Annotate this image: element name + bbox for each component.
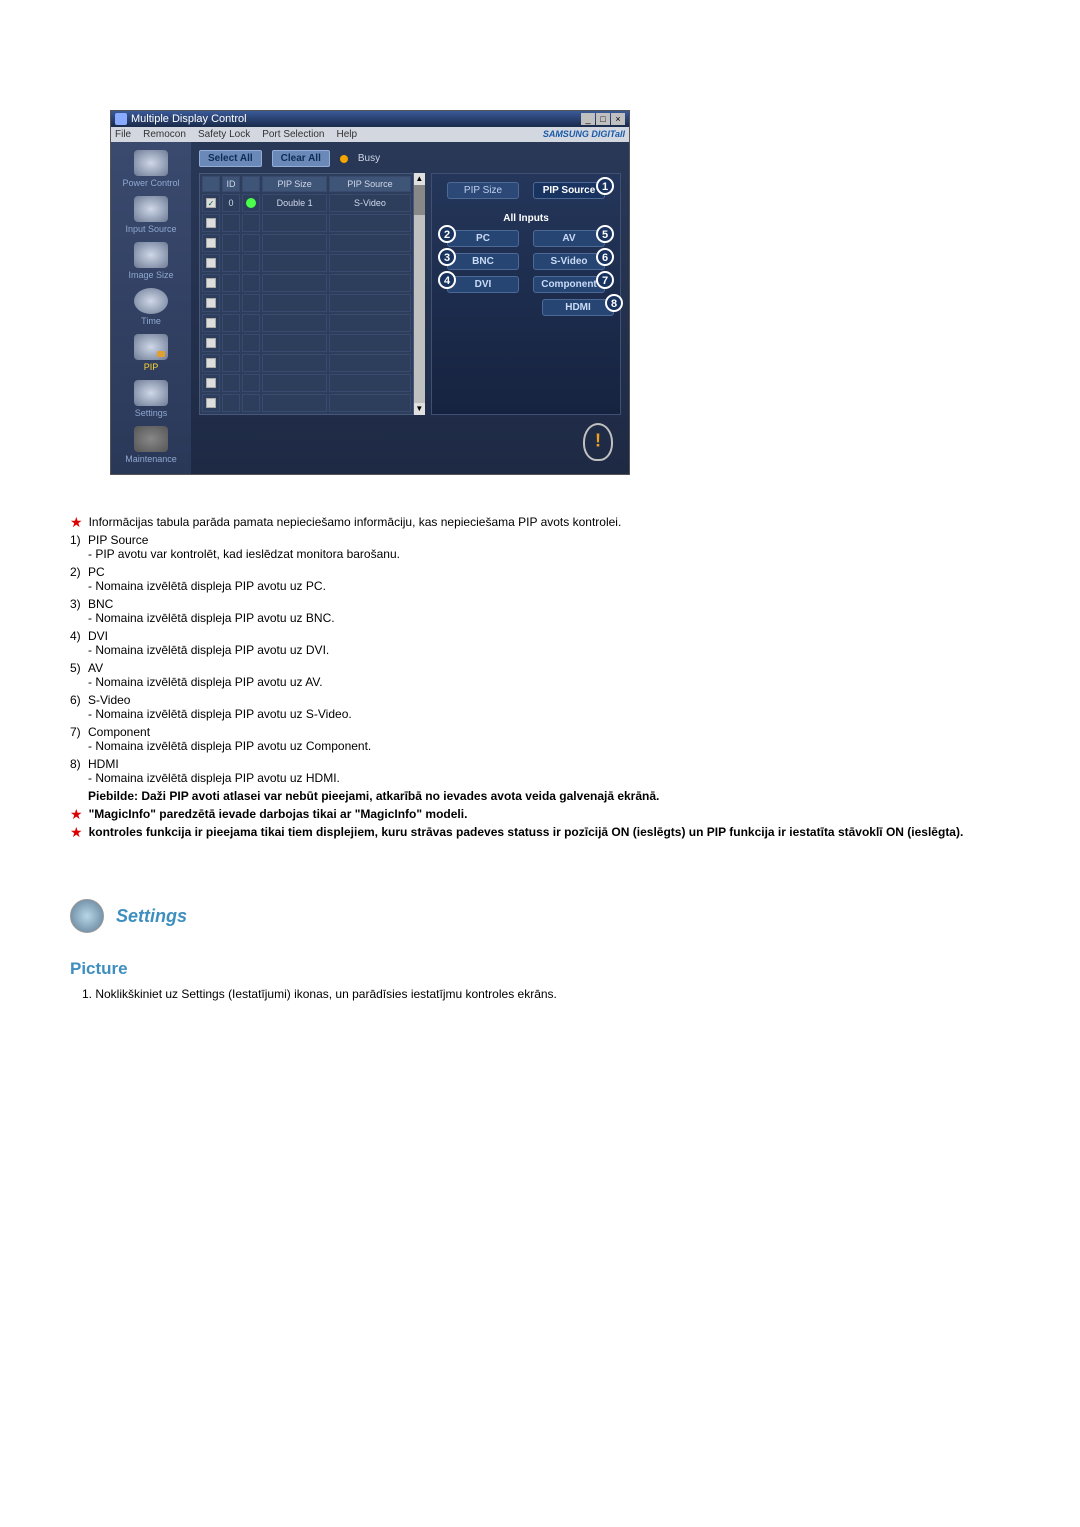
app-window: Multiple Display Control _ □ × File Remo… [110, 110, 630, 475]
menu-remocon[interactable]: Remocon [143, 129, 186, 140]
settings-header: Settings [70, 899, 1010, 933]
pip-panel: PIP Size PIP Source 1 All Inputs PC2 AV5 [431, 173, 621, 415]
row-checkbox[interactable] [206, 398, 216, 408]
menu-file[interactable]: File [115, 129, 131, 140]
table-row[interactable] [202, 214, 411, 232]
picture-step: 1. Noklikškiniet uz Settings (Iestatījum… [82, 987, 1010, 1001]
pip-size-button[interactable]: PIP Size [447, 182, 519, 199]
col-id: ID [222, 176, 240, 192]
row-checkbox[interactable] [206, 278, 216, 288]
pip-source-button[interactable]: PIP Source 1 [533, 182, 605, 199]
settings-header-icon [70, 899, 104, 933]
sidebar-item-image-size[interactable]: Image Size [115, 240, 187, 284]
info-intro: Informācijas tabula parāda pamata nepiec… [89, 515, 622, 529]
col-pip-size: PIP Size [262, 176, 327, 192]
minimize-button[interactable]: _ [581, 113, 595, 125]
display-table: ID PIP Size PIP Source 0 Double 1 S-Vid [199, 173, 414, 415]
all-inputs-label: All Inputs [438, 213, 614, 224]
status-icon [246, 198, 256, 208]
star-icon: ★ [70, 515, 83, 529]
input-component-button[interactable]: Component7 [533, 276, 605, 293]
callout-7: 7 [596, 271, 614, 289]
close-button[interactable]: × [611, 113, 625, 125]
sidebar: Power Control Input Source Image Size Ti… [111, 142, 191, 474]
table-row[interactable] [202, 314, 411, 332]
input-hdmi-button[interactable]: HDMI8 [542, 299, 614, 316]
callout-3: 3 [438, 248, 456, 266]
sidebar-item-input-source[interactable]: Input Source [115, 194, 187, 238]
row-checkbox[interactable] [206, 318, 216, 328]
row-checkbox[interactable] [206, 258, 216, 268]
table-row[interactable] [202, 234, 411, 252]
input-av-button[interactable]: AV5 [533, 230, 605, 247]
callout-8: 8 [605, 294, 623, 312]
table-scrollbar[interactable]: ▲ ▼ [414, 173, 425, 415]
table-row[interactable]: 0 Double 1 S-Video [202, 194, 411, 212]
window-title: Multiple Display Control [131, 113, 247, 125]
callout-4: 4 [438, 271, 456, 289]
cell-pip-size: Double 1 [262, 194, 327, 212]
callout-6: 6 [596, 248, 614, 266]
row-checkbox[interactable] [206, 218, 216, 228]
sidebar-item-time[interactable]: Time [115, 286, 187, 330]
input-pc-button[interactable]: PC2 [447, 230, 519, 247]
sidebar-item-settings[interactable]: Settings [115, 378, 187, 422]
clear-all-button[interactable]: Clear All [272, 150, 330, 167]
input-svideo-button[interactable]: S-Video6 [533, 253, 605, 270]
input-dvi-button[interactable]: DVI4 [447, 276, 519, 293]
input-bnc-button[interactable]: BNC3 [447, 253, 519, 270]
brand-logo: SAMSUNG DIGITall [543, 129, 625, 140]
menu-safety-lock[interactable]: Safety Lock [198, 129, 250, 140]
table-row[interactable] [202, 334, 411, 352]
sidebar-item-maintenance[interactable]: Maintenance [115, 424, 187, 468]
star-icon: ★ [70, 825, 83, 839]
sidebar-item-power[interactable]: Power Control [115, 148, 187, 192]
callout-1: 1 [596, 177, 614, 195]
col-pip-source: PIP Source [329, 176, 410, 192]
window-controls: _ □ × [581, 113, 625, 125]
scroll-up-icon[interactable]: ▲ [414, 173, 425, 185]
note-line: Piebilde: Daži PIP avoti atlasei var neb… [88, 789, 1010, 803]
sidebar-item-pip[interactable]: PIP [115, 332, 187, 376]
row-checkbox[interactable] [206, 238, 216, 248]
cell-id: 0 [222, 194, 240, 212]
row-checkbox[interactable] [206, 358, 216, 368]
menubar: File Remocon Safety Lock Port Selection … [111, 127, 629, 142]
table-row[interactable] [202, 354, 411, 372]
row-checkbox[interactable] [206, 298, 216, 308]
table-row[interactable] [202, 274, 411, 292]
row-checkbox[interactable] [206, 338, 216, 348]
row-checkbox[interactable] [206, 198, 216, 208]
callout-5: 5 [596, 225, 614, 243]
row-checkbox[interactable] [206, 378, 216, 388]
select-all-button[interactable]: Select All [199, 150, 262, 167]
callout-2: 2 [438, 225, 456, 243]
picture-heading: Picture [70, 959, 1010, 979]
settings-title: Settings [116, 906, 187, 927]
maximize-button[interactable]: □ [596, 113, 610, 125]
busy-label: Busy [358, 153, 380, 164]
app-icon [115, 113, 127, 125]
menu-help[interactable]: Help [336, 129, 357, 140]
cell-pip-source: S-Video [329, 194, 410, 212]
table-row[interactable] [202, 374, 411, 392]
magic-note: "MagicInfo" paredzētā ievade darbojas ti… [89, 807, 468, 821]
star-icon: ★ [70, 807, 83, 821]
menu-port-selection[interactable]: Port Selection [262, 129, 324, 140]
busy-indicator-icon [340, 155, 348, 163]
table-row[interactable] [202, 294, 411, 312]
numbered-list: 1)PIP Source- PIP avotu var kontrolēt, k… [70, 533, 1010, 785]
table-row[interactable] [202, 394, 411, 412]
table-row[interactable] [202, 254, 411, 272]
control-note: kontroles funkcija ir pieejama tikai tie… [89, 825, 964, 839]
scroll-down-icon[interactable]: ▼ [414, 403, 425, 415]
titlebar: Multiple Display Control _ □ × [111, 111, 629, 127]
info-bulb-icon [583, 423, 613, 461]
